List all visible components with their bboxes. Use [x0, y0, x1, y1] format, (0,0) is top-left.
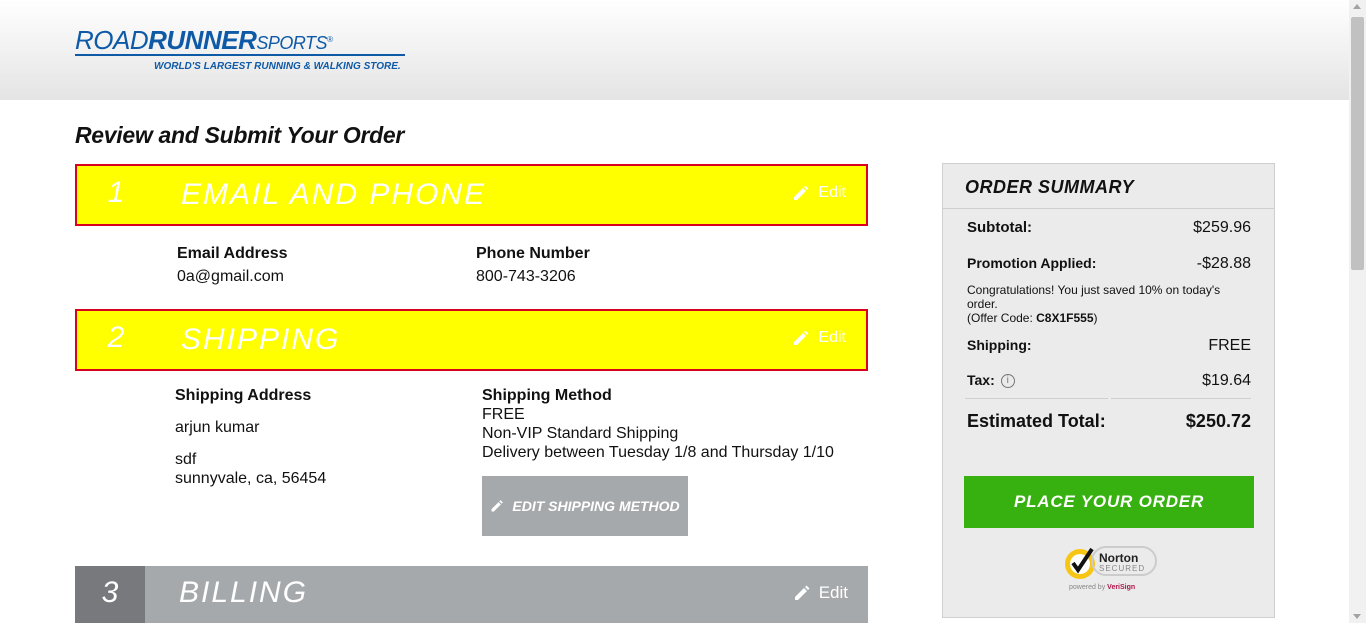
place-your-order-button[interactable]: PLACE YOUR ORDER	[964, 476, 1254, 528]
shipping-summary-label: Shipping:	[967, 337, 1032, 353]
step-title: BILLING	[179, 576, 309, 609]
step-number: 1	[107, 176, 125, 209]
divider	[965, 398, 1108, 399]
offer-code-prefix: (Offer Code:	[967, 311, 1037, 325]
offer-code-suffix: )	[1093, 311, 1098, 325]
shipping-method-price: FREE	[482, 406, 525, 423]
estimated-total-row: Estimated Total: $250.72	[967, 411, 1251, 432]
pencil-icon	[794, 330, 809, 345]
edit-label: Edit	[818, 184, 846, 201]
estimated-total-label: Estimated Total:	[967, 411, 1106, 431]
promotion-row: Promotion Applied: -$28.88	[967, 255, 1251, 273]
promotion-value: -$28.88	[1196, 255, 1251, 272]
norton-powered-by: powered by VeriSign	[1069, 584, 1136, 591]
edit-email-phone-link[interactable]: Edit	[792, 184, 846, 202]
phone-number-value: 800-743-3206	[476, 268, 576, 285]
shipping-address-label: Shipping Address	[175, 387, 312, 404]
logo-wordmark: ROADRUNNERSPORTS®	[75, 25, 333, 55]
shipping-city-line: sunnyvale, ca, 56454	[175, 470, 327, 487]
estimated-total-value: $250.72	[1185, 411, 1251, 431]
vertical-scrollbar[interactable]	[1349, 0, 1366, 623]
subtotal-value: $259.96	[1193, 219, 1251, 236]
step-email-and-phone: 1 EMAIL AND PHONE Edit	[75, 164, 868, 226]
norton-name: Norton	[1099, 551, 1139, 565]
info-icon[interactable]: i	[1000, 374, 1015, 389]
pencil-icon	[794, 185, 809, 200]
step-shipping: 2 SHIPPING Edit	[75, 309, 868, 371]
email-address-value: 0a@gmail.com	[177, 268, 284, 285]
scroll-down-arrow-icon[interactable]	[1353, 614, 1361, 619]
scroll-thumb[interactable]	[1351, 17, 1364, 270]
order-summary-title: ORDER SUMMARY	[965, 177, 1135, 197]
edit-shipping-link[interactable]: Edit	[792, 329, 846, 347]
scroll-up-arrow-icon[interactable]	[1353, 4, 1361, 9]
page-title: Review and Submit Your Order	[75, 122, 405, 148]
edit-shipping-method-label: EDIT SHIPPING METHOD	[512, 498, 680, 514]
divider	[943, 208, 1274, 209]
shipping-street: sdf	[175, 451, 197, 468]
edit-label: Edit	[818, 583, 848, 602]
norton-secured-badge[interactable]: Norton SECURED powered by VeriSign	[1063, 543, 1159, 595]
email-address-label: Email Address	[177, 245, 288, 262]
divider	[1111, 398, 1251, 399]
pencil-icon	[794, 585, 810, 600]
edit-shipping-method-button[interactable]: EDIT SHIPPING METHOD	[482, 476, 688, 536]
step-number: 2	[107, 321, 125, 354]
logo-underline	[75, 54, 405, 56]
edit-label: Edit	[818, 329, 846, 346]
subtotal-row: Subtotal: $259.96	[967, 219, 1251, 237]
order-summary-panel: ORDER SUMMARY Subtotal: $259.96 Promotio…	[942, 163, 1275, 618]
promotion-label: Promotion Applied:	[967, 255, 1097, 271]
norton-secured-text: SECURED	[1099, 564, 1146, 573]
shipping-delivery-window: Delivery between Tuesday 1/8 and Thursda…	[482, 444, 834, 461]
pencil-icon	[491, 500, 504, 512]
offer-code: C8X1F555	[1036, 311, 1094, 325]
promotion-message: Congratulations! You just saved 10% on t…	[967, 283, 1221, 311]
shipping-method-label: Shipping Method	[482, 387, 612, 404]
shipping-row: Shipping: FREE	[967, 337, 1251, 355]
logo-tagline: WORLD'S LARGEST RUNNING & WALKING STORE.	[154, 61, 401, 72]
shipping-summary-value: FREE	[1208, 337, 1251, 354]
site-header: ROADRUNNERSPORTS® WORLD'S LARGEST RUNNIN…	[0, 0, 1349, 100]
step-title: EMAIL AND PHONE	[181, 178, 487, 211]
tax-row: Tax: i $19.64	[967, 372, 1251, 390]
road-runner-sports-logo[interactable]: ROADRUNNERSPORTS® WORLD'S LARGEST RUNNIN…	[75, 26, 415, 76]
shipping-name: arjun kumar	[175, 419, 260, 436]
phone-number-label: Phone Number	[476, 245, 590, 262]
promotion-note: Congratulations! You just saved 10% on t…	[967, 283, 1247, 325]
tax-label: Tax:	[967, 372, 995, 388]
tax-value: $19.64	[1202, 372, 1251, 389]
step-billing: 3 BILLING Edit	[75, 566, 868, 623]
step-title: SHIPPING	[181, 323, 341, 356]
shipping-method-name: Non-VIP Standard Shipping	[482, 425, 679, 442]
subtotal-label: Subtotal:	[967, 219, 1032, 236]
edit-billing-link[interactable]: Edit	[793, 583, 848, 603]
step-number: 3	[101, 576, 119, 609]
